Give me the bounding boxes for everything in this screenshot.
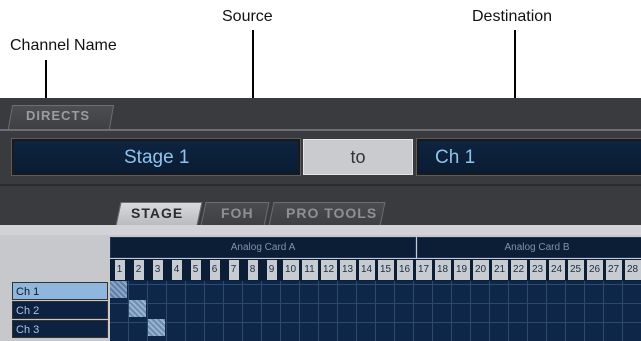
channel-row-3[interactable]: Ch 3 <box>12 320 108 338</box>
column-number-24: 24 <box>548 260 565 280</box>
column-number-18: 18 <box>434 260 451 280</box>
column-number-26: 26 <box>586 260 603 280</box>
column-number-1: 1 <box>114 260 125 280</box>
directs-window: DIRECTS Stage 1 to Ch 1 STAGE FOH PRO TO… <box>0 98 641 341</box>
tab-foh-label: FOH <box>221 205 254 221</box>
tab-bar-base <box>0 225 641 235</box>
column-number-3: 3 <box>152 260 163 280</box>
column-number-4: 4 <box>171 260 182 280</box>
column-number-23: 23 <box>529 260 546 280</box>
column-number-21: 21 <box>491 260 508 280</box>
column-number-22: 22 <box>510 260 527 280</box>
column-number-28: 28 <box>624 260 641 280</box>
column-number-5: 5 <box>190 260 201 280</box>
panel-divider <box>0 184 641 186</box>
channel-name-callout: Channel Name <box>10 37 117 54</box>
matrix-cell-ch1-in1[interactable] <box>110 281 127 298</box>
tab-divider <box>0 129 641 131</box>
source-field[interactable]: Stage 1 <box>11 138 301 176</box>
column-number-25: 25 <box>567 260 584 280</box>
tab-pro-tools-label: PRO TOOLS <box>286 205 378 221</box>
destination-field[interactable]: Ch 1 <box>416 138 641 176</box>
column-number-14: 14 <box>358 260 375 280</box>
column-number-8: 8 <box>247 260 258 280</box>
source-callout: Source <box>222 8 273 25</box>
column-number-9: 9 <box>266 260 277 280</box>
column-number-17: 17 <box>415 260 432 280</box>
column-number-19: 19 <box>453 260 470 280</box>
to-label: to <box>303 139 413 175</box>
directs-tab-label: DIRECTS <box>26 108 91 123</box>
column-number-10: 10 <box>282 260 299 280</box>
card-b-header: Analog Card B <box>417 237 641 258</box>
column-number-2: 2 <box>133 260 144 280</box>
matrix-cell-ch3-in3[interactable] <box>148 319 165 336</box>
tab-stage-label: STAGE <box>131 205 184 221</box>
destination-callout: Destination <box>472 8 553 25</box>
column-number-27: 27 <box>605 260 622 280</box>
column-number-15: 15 <box>377 260 394 280</box>
column-number-7: 7 <box>228 260 239 280</box>
column-number-6: 6 <box>209 260 220 280</box>
card-a-header: Analog Card A <box>110 237 416 258</box>
channel-row-2[interactable]: Ch 2 <box>12 301 108 319</box>
column-number-20: 20 <box>472 260 489 280</box>
column-number-11: 11 <box>301 260 318 280</box>
routing-matrix-grid[interactable] <box>110 281 641 341</box>
column-number-13: 13 <box>339 260 356 280</box>
column-number-16: 16 <box>396 260 413 280</box>
matrix-cell-ch2-in2[interactable] <box>129 300 146 317</box>
channel-row-1[interactable]: Ch 1 <box>12 282 108 300</box>
column-number-12: 12 <box>320 260 337 280</box>
